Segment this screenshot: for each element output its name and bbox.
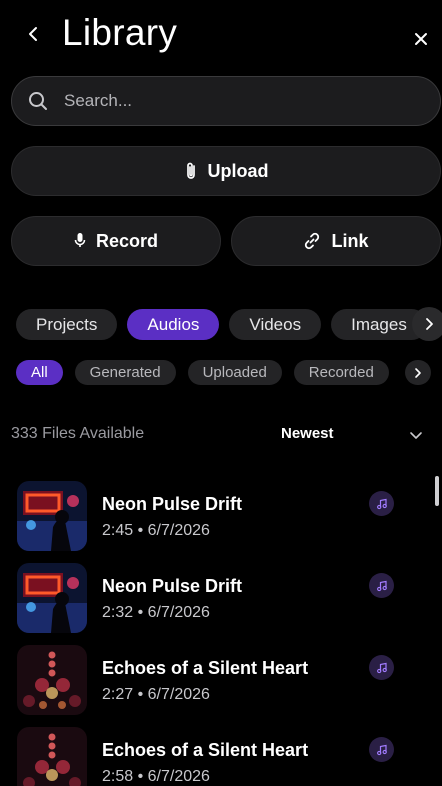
record-label: Record — [95, 230, 158, 251]
list-item[interactable]: Echoes of a Silent Heart 2:27 • 6/7/2026 — [0, 640, 430, 722]
upload-button[interactable]: Upload — [11, 146, 441, 196]
link-label: Link — [331, 230, 369, 251]
audio-type-badge — [369, 491, 394, 516]
filter-recorded[interactable]: Recorded — [293, 360, 389, 385]
link-button[interactable]: Link — [231, 216, 441, 266]
music-note-icon — [376, 662, 387, 673]
item-meta: 2:32 • 6/7/2026 — [102, 604, 210, 621]
search-input[interactable] — [64, 91, 404, 111]
page-title: Library — [62, 12, 178, 53]
item-meta: 2:45 • 6/7/2026 — [102, 522, 210, 539]
close-button[interactable] — [410, 28, 432, 50]
bokeh-lights-thumbnail — [17, 727, 87, 786]
item-meta: 2:27 • 6/7/2026 — [102, 686, 210, 703]
item-title: Neon Pulse Drift — [102, 494, 243, 514]
file-list: Neon Pulse Drift 2:45 • 6/7/2026 Neon Pu… — [0, 476, 430, 786]
header: Library — [0, 0, 442, 74]
sort-dropdown[interactable]: Newest — [281, 425, 334, 442]
audio-type-badge — [369, 737, 394, 762]
list-item[interactable]: Neon Pulse Drift 2:32 • 6/7/2026 — [0, 558, 430, 640]
list-scrollbar[interactable] — [435, 476, 439, 506]
list-item[interactable]: Neon Pulse Drift 2:45 • 6/7/2026 — [0, 476, 430, 558]
source-filters: All Generated Uploaded Recorded — [16, 360, 424, 386]
back-button[interactable] — [22, 22, 46, 46]
neon-concert-thumbnail — [17, 563, 87, 633]
category-tabs: Projects Audios Videos Images — [16, 309, 442, 341]
file-count: 333 Files Available — [11, 425, 145, 442]
tabs-scroll-right-button[interactable] — [412, 307, 442, 341]
item-title: Neon Pulse Drift — [102, 576, 243, 596]
filters-scroll-right-button[interactable] — [405, 360, 431, 385]
link-icon — [305, 232, 320, 250]
chevron-left-icon — [29, 27, 37, 41]
sort-dropdown-toggle[interactable] — [406, 425, 426, 445]
chevron-right-icon — [426, 318, 433, 330]
audio-type-badge — [369, 655, 394, 680]
filter-generated[interactable]: Generated — [74, 360, 176, 385]
list-item[interactable]: Echoes of a Silent Heart 2:58 • 6/7/2026 — [0, 722, 430, 786]
neon-concert-thumbnail — [17, 481, 87, 551]
chevron-right-icon — [415, 367, 421, 378]
upload-label: Upload — [207, 160, 269, 181]
filter-uploaded[interactable]: Uploaded — [187, 360, 282, 385]
search-icon — [28, 90, 50, 112]
search-bar — [11, 76, 441, 126]
music-note-icon — [376, 580, 387, 591]
music-note-icon — [376, 744, 387, 755]
tab-projects[interactable]: Projects — [16, 309, 118, 340]
microphone-icon — [74, 233, 86, 247]
record-button[interactable]: Record — [11, 216, 221, 266]
item-title: Echoes of a Silent Heart — [102, 740, 309, 760]
tab-audios[interactable]: Audios — [127, 309, 220, 340]
item-meta: 2:58 • 6/7/2026 — [102, 768, 210, 785]
tab-videos[interactable]: Videos — [229, 309, 322, 340]
filter-all[interactable]: All — [16, 360, 63, 385]
item-title: Echoes of a Silent Heart — [102, 658, 309, 678]
chevron-down-icon — [410, 432, 422, 439]
music-note-icon — [376, 498, 387, 509]
audio-type-badge — [369, 573, 394, 598]
paperclip-icon — [186, 162, 195, 179]
close-icon — [415, 33, 427, 45]
bokeh-lights-thumbnail — [17, 645, 87, 715]
